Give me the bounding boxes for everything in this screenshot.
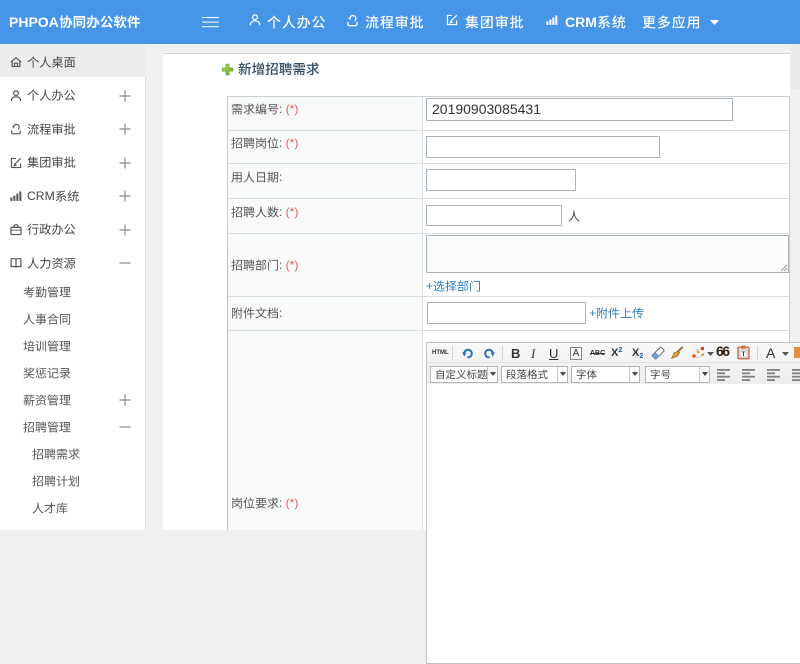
svg-text:T: T xyxy=(742,351,746,358)
